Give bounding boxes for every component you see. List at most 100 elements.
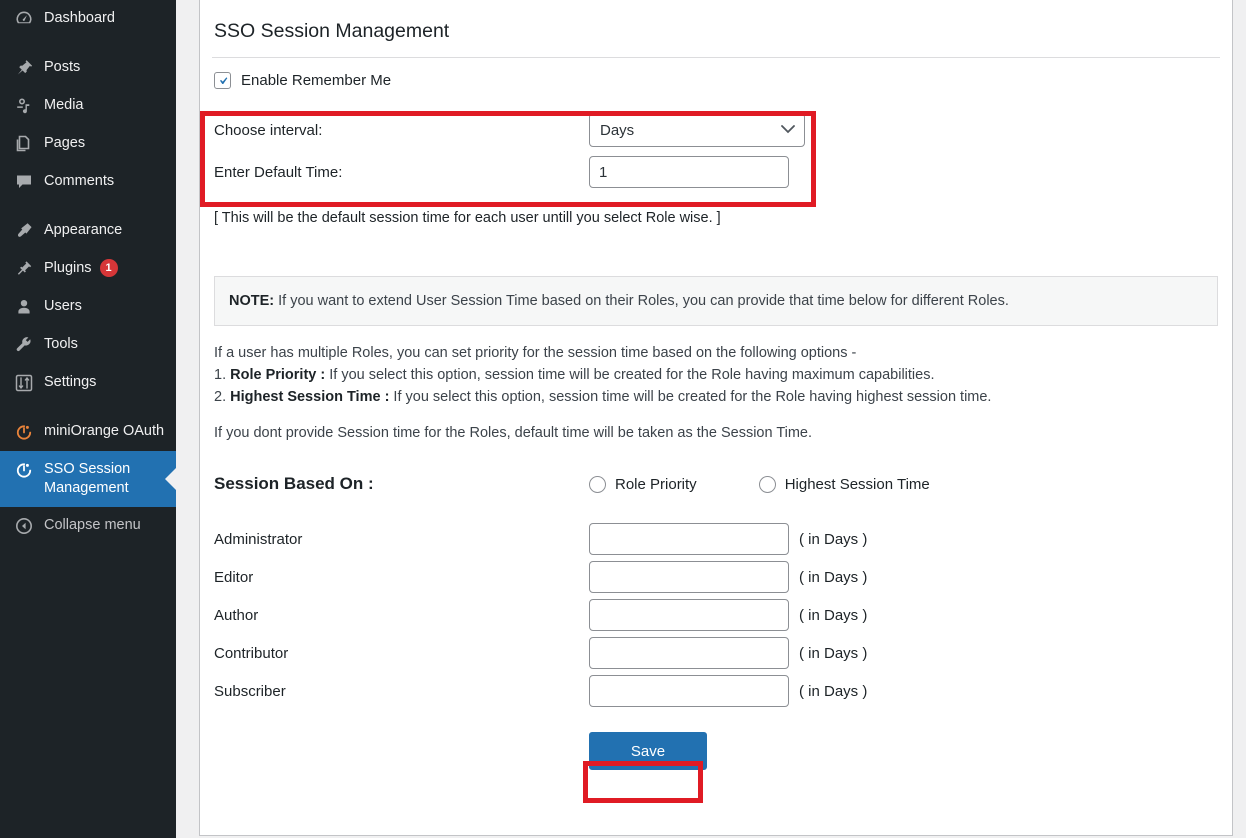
sliders-icon xyxy=(10,373,38,393)
role-time-unit: ( in Days ) xyxy=(799,606,868,624)
role-time-input-contributor[interactable] xyxy=(589,637,789,669)
option-1-description: If you select this option, session time … xyxy=(325,367,935,383)
role-time-input-administrator[interactable] xyxy=(589,523,789,555)
sidebar-item-comments[interactable]: Comments xyxy=(0,163,176,201)
sidebar-item-dashboard-label: Dashboard xyxy=(44,10,115,26)
sidebar-item-collapse-menu-label: Collapse menu xyxy=(44,517,141,533)
media-icon xyxy=(10,96,38,116)
interval-section: Choose interval: Days Enter Default Time… xyxy=(200,89,1232,191)
plug-icon xyxy=(10,259,38,279)
radio-highest-session-time-control[interactable] xyxy=(758,475,776,493)
role-name-subscriber: Subscriber xyxy=(214,682,286,700)
sidebar-item-appearance-label: Appearance xyxy=(44,222,123,238)
role-time-unit: ( in Days ) xyxy=(799,568,868,586)
sidebar-item-pages-label: Pages xyxy=(44,135,86,151)
radio-role-priority[interactable]: Role Priority xyxy=(589,475,697,493)
paintbrush-icon xyxy=(10,221,38,241)
default-session-hint: [ This will be the default session time … xyxy=(214,210,721,226)
sidebar-item-tools[interactable]: Tools xyxy=(0,326,176,364)
session-based-on-label: Session Based On : xyxy=(214,474,374,493)
role-session-times: Administrator ( in Days ) Editor ( in Days … xyxy=(200,494,1232,710)
role-time-input-subscriber[interactable] xyxy=(589,675,789,707)
default-time-input[interactable] xyxy=(589,156,789,188)
enable-remember-me-label: Enable Remember Me xyxy=(241,72,392,89)
radio-role-priority-control[interactable] xyxy=(589,475,606,493)
option-1-title: Role Priority : xyxy=(230,367,326,383)
enable-remember-me-row[interactable]: Enable Remember Me xyxy=(200,58,1232,89)
choose-interval-label: Choose interval: xyxy=(214,121,323,139)
option-2-number: 2. xyxy=(214,389,231,405)
option-1-number: 1. xyxy=(214,367,231,383)
sidebar-item-posts-label: Posts xyxy=(44,59,81,75)
role-name-administrator: Administrator xyxy=(214,530,303,548)
priority-explanation: If a user has multiple Roles, you can se… xyxy=(200,326,1232,444)
checkbox-enable-remember-me[interactable] xyxy=(214,72,231,89)
role-row: Subscriber ( in Days ) xyxy=(214,672,1232,710)
miniorange-icon xyxy=(10,422,38,442)
interval-select[interactable]: Days xyxy=(589,113,805,147)
radio-role-priority-label: Role Priority xyxy=(615,475,697,493)
role-name-editor: Editor xyxy=(214,568,254,586)
radio-highest-session-time[interactable]: Highest Session Time xyxy=(758,475,930,493)
collapse-arrow-icon xyxy=(10,516,38,536)
sidebar-item-miniorange-oauth[interactable]: miniOrange OAuth xyxy=(0,413,176,451)
role-name-contributor: Contributor xyxy=(214,644,289,662)
sidebar-item-settings-label: Settings xyxy=(44,374,97,390)
note-box: NOTE: If you want to extend User Session… xyxy=(214,276,1218,326)
dashboard-icon xyxy=(10,9,38,29)
settings-panel: SSO Session Management Enable Remember M… xyxy=(199,0,1233,836)
sidebar-item-collapse-menu[interactable]: Collapse menu xyxy=(0,507,176,545)
sidebar-item-users[interactable]: Users xyxy=(0,288,176,326)
pin-icon xyxy=(10,58,38,78)
role-row: Administrator ( in Days ) xyxy=(214,520,1232,558)
choose-interval-row: Choose interval: Days xyxy=(214,111,1232,149)
save-button[interactable]: Save xyxy=(589,732,707,770)
session-based-on-row: Session Based On : Role Priority Highest … xyxy=(200,444,1232,494)
sidebar-item-users-label: Users xyxy=(44,298,82,314)
role-row: Editor ( in Days ) xyxy=(214,558,1232,596)
role-row: Contributor ( in Days ) xyxy=(214,634,1232,672)
plugins-update-badge: 1 xyxy=(99,259,118,277)
miniorange-icon xyxy=(10,460,38,480)
role-time-unit: ( in Days ) xyxy=(799,644,868,662)
role-time-unit: ( in Days ) xyxy=(799,530,868,548)
note-text: If you want to extend User Session Time … xyxy=(274,293,1009,309)
sidebar-item-miniorange-oauth-label: miniOrange OAuth xyxy=(44,423,165,439)
priority-option-2: 2. Highest Session Time : If you select … xyxy=(214,386,1232,408)
sidebar-item-pages[interactable]: Pages xyxy=(0,125,176,163)
role-time-input-author[interactable] xyxy=(589,599,789,631)
note-prefix: NOTE: xyxy=(229,293,275,309)
sidebar-item-tools-label: Tools xyxy=(44,336,78,352)
role-time-unit: ( in Days ) xyxy=(799,682,868,700)
sidebar-item-plugins-label: Plugins xyxy=(44,260,92,276)
sidebar-item-settings[interactable]: Settings xyxy=(0,364,176,402)
interval-select-wrapper[interactable]: Days xyxy=(589,113,805,147)
role-name-author: Author xyxy=(214,606,259,624)
radio-highest-session-time-label: Highest Session Time xyxy=(784,475,930,493)
sidebar-item-plugins[interactable]: Plugins 1 xyxy=(0,250,176,288)
content-area: SSO Session Management Enable Remember M… xyxy=(176,0,1246,838)
sidebar-item-media[interactable]: Media xyxy=(0,87,176,125)
page-title: SSO Session Management xyxy=(214,20,450,42)
save-area: Save xyxy=(200,710,1232,770)
priority-option-1: 1. Role Priority : If you select this op… xyxy=(214,364,1232,386)
sidebar-item-dashboard[interactable]: Dashboard xyxy=(0,0,176,38)
priority-intro: If a user has multiple Roles, you can se… xyxy=(214,345,857,361)
option-2-title: Highest Session Time : xyxy=(230,389,390,405)
sidebar-item-sso-session-management[interactable]: SSO Session Management xyxy=(0,451,176,507)
sidebar-item-posts[interactable]: Posts xyxy=(0,49,176,87)
comment-icon xyxy=(10,172,38,192)
sidebar-item-appearance[interactable]: Appearance xyxy=(0,212,176,250)
wrench-icon xyxy=(10,335,38,355)
pages-icon xyxy=(10,134,38,154)
sidebar-item-comments-label: Comments xyxy=(44,173,115,189)
role-row: Author ( in Days ) xyxy=(214,596,1232,634)
admin-sidebar: Dashboard Posts Media Pages Comments Appearan… xyxy=(0,0,176,838)
user-icon xyxy=(10,297,38,317)
priority-closing: If you dont provide Session time for the… xyxy=(214,425,813,441)
sidebar-item-sso-session-management-label: SSO Session Management xyxy=(44,461,131,496)
role-time-input-editor[interactable] xyxy=(589,561,789,593)
default-time-row: Enter Default Time: xyxy=(214,153,1232,191)
admin-screen: Dashboard Posts Media Pages Comments Appearan… xyxy=(0,0,1246,838)
default-time-label: Enter Default Time: xyxy=(214,163,343,181)
